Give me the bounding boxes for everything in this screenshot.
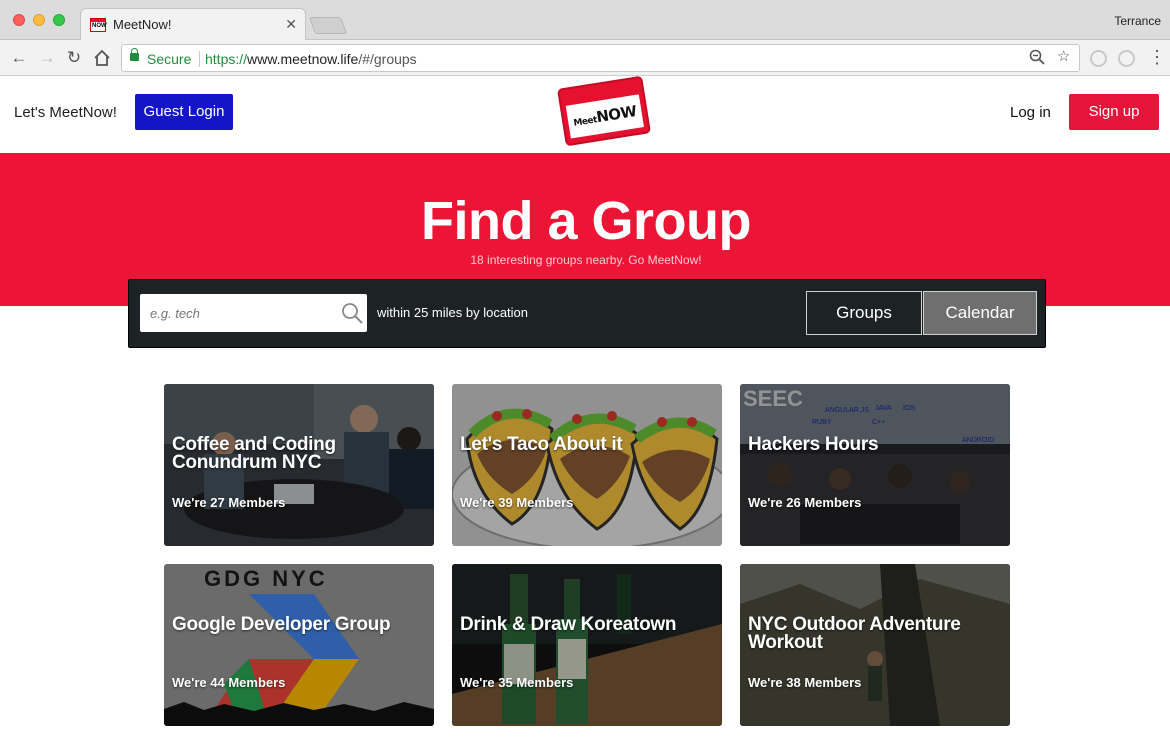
group-members: We're 38 Members	[748, 675, 862, 690]
group-card[interactable]: Drink & Draw Koreatown We're 35 Members	[452, 564, 722, 726]
browser-toolbar: ← → ↻ Secure https://www.meetnow.life/#/…	[0, 40, 1170, 76]
new-tab-button[interactable]	[308, 17, 348, 34]
group-card[interactable]: NYC Outdoor Adventure Workout We're 38 M…	[740, 564, 1010, 726]
calendar-toggle-button[interactable]: Calendar	[923, 291, 1037, 335]
group-title: NYC Outdoor Adventure Workout	[748, 614, 961, 653]
page-title: Find a Group	[421, 191, 751, 251]
lock-icon	[130, 48, 139, 61]
minimize-window-button[interactable]	[33, 14, 45, 26]
site-header: Let's MeetNow! Guest Login MeetNOW Log i…	[0, 75, 1170, 153]
menu-icon[interactable]: ⋮	[1148, 47, 1166, 67]
group-members: We're 27 Members	[172, 495, 286, 510]
brand-text[interactable]: Let's MeetNow!	[14, 104, 117, 121]
search-input[interactable]	[140, 294, 335, 332]
forward-icon[interactable]: →	[37, 48, 57, 68]
search-field[interactable]	[140, 294, 367, 332]
group-members: We're 39 Members	[460, 495, 574, 510]
secure-label: Secure	[147, 51, 192, 67]
group-card[interactable]: Coffee and Coding Conundrum NYC We're 27…	[164, 384, 434, 546]
home-icon[interactable]	[92, 48, 112, 68]
logo-name-tag: MeetNOW	[565, 94, 644, 139]
group-title: Drink & Draw Koreatown	[460, 614, 677, 635]
group-card[interactable]: Let's Taco About it We're 39 Members	[452, 384, 722, 546]
bookmark-star-icon[interactable]: ☆	[1057, 48, 1070, 66]
close-tab-icon[interactable]: ✕	[285, 16, 297, 32]
profile-name[interactable]: Terrance	[1114, 14, 1161, 28]
favicon-icon: NOW	[90, 18, 107, 32]
card-overlay	[164, 564, 434, 726]
group-members: We're 26 Members	[748, 495, 862, 510]
meetnow-logo[interactable]: MeetNOW	[556, 75, 652, 147]
close-window-button[interactable]	[13, 14, 25, 26]
address-bar[interactable]: Secure https://www.meetnow.life/#/groups…	[121, 44, 1080, 72]
extension-icon[interactable]	[1090, 50, 1107, 67]
group-title: Let's Taco About it	[460, 434, 623, 455]
extension-icon[interactable]	[1118, 50, 1135, 67]
groups-toggle-button[interactable]: Groups	[806, 291, 922, 335]
tab-title: MeetNow!	[113, 17, 172, 32]
guest-login-button[interactable]: Guest Login	[135, 94, 233, 130]
group-title: Google Developer Group	[172, 614, 391, 635]
divider	[199, 51, 200, 67]
card-overlay	[452, 384, 722, 546]
browser-tab[interactable]: NOW MeetNow! ✕	[80, 8, 306, 41]
browser-tab-bar: NOW MeetNow! ✕ Terrance	[0, 0, 1170, 41]
card-overlay	[452, 564, 722, 726]
maximize-window-button[interactable]	[53, 14, 65, 26]
login-link[interactable]: Log in	[1010, 104, 1051, 121]
page-subtitle: 18 interesting groups nearby. Go MeetNow…	[470, 253, 702, 267]
search-radius-text: within 25 miles by location	[377, 305, 529, 320]
group-card[interactable]: SEEC ANGULAR.JS JAVA IOS RUBY C++ ANDROI…	[740, 384, 1010, 546]
group-card[interactable]: GDG NYC Google Developer Group We're 44 …	[164, 564, 434, 726]
group-title: Hackers Hours	[748, 434, 879, 455]
group-members: We're 35 Members	[460, 675, 574, 690]
back-icon[interactable]: ←	[9, 48, 29, 68]
group-title: Coffee and Coding Conundrum NYC	[172, 434, 336, 473]
search-icon[interactable]	[341, 302, 363, 324]
zoom-icon[interactable]	[1029, 49, 1045, 70]
card-overlay	[740, 384, 1010, 546]
url-text: https://www.meetnow.life/#/groups	[205, 51, 417, 67]
group-members: We're 44 Members	[172, 675, 286, 690]
reload-icon[interactable]: ↻	[64, 48, 84, 68]
search-bar: within 25 miles by location Groups Calen…	[128, 279, 1046, 348]
signup-button[interactable]: Sign up	[1069, 94, 1159, 130]
